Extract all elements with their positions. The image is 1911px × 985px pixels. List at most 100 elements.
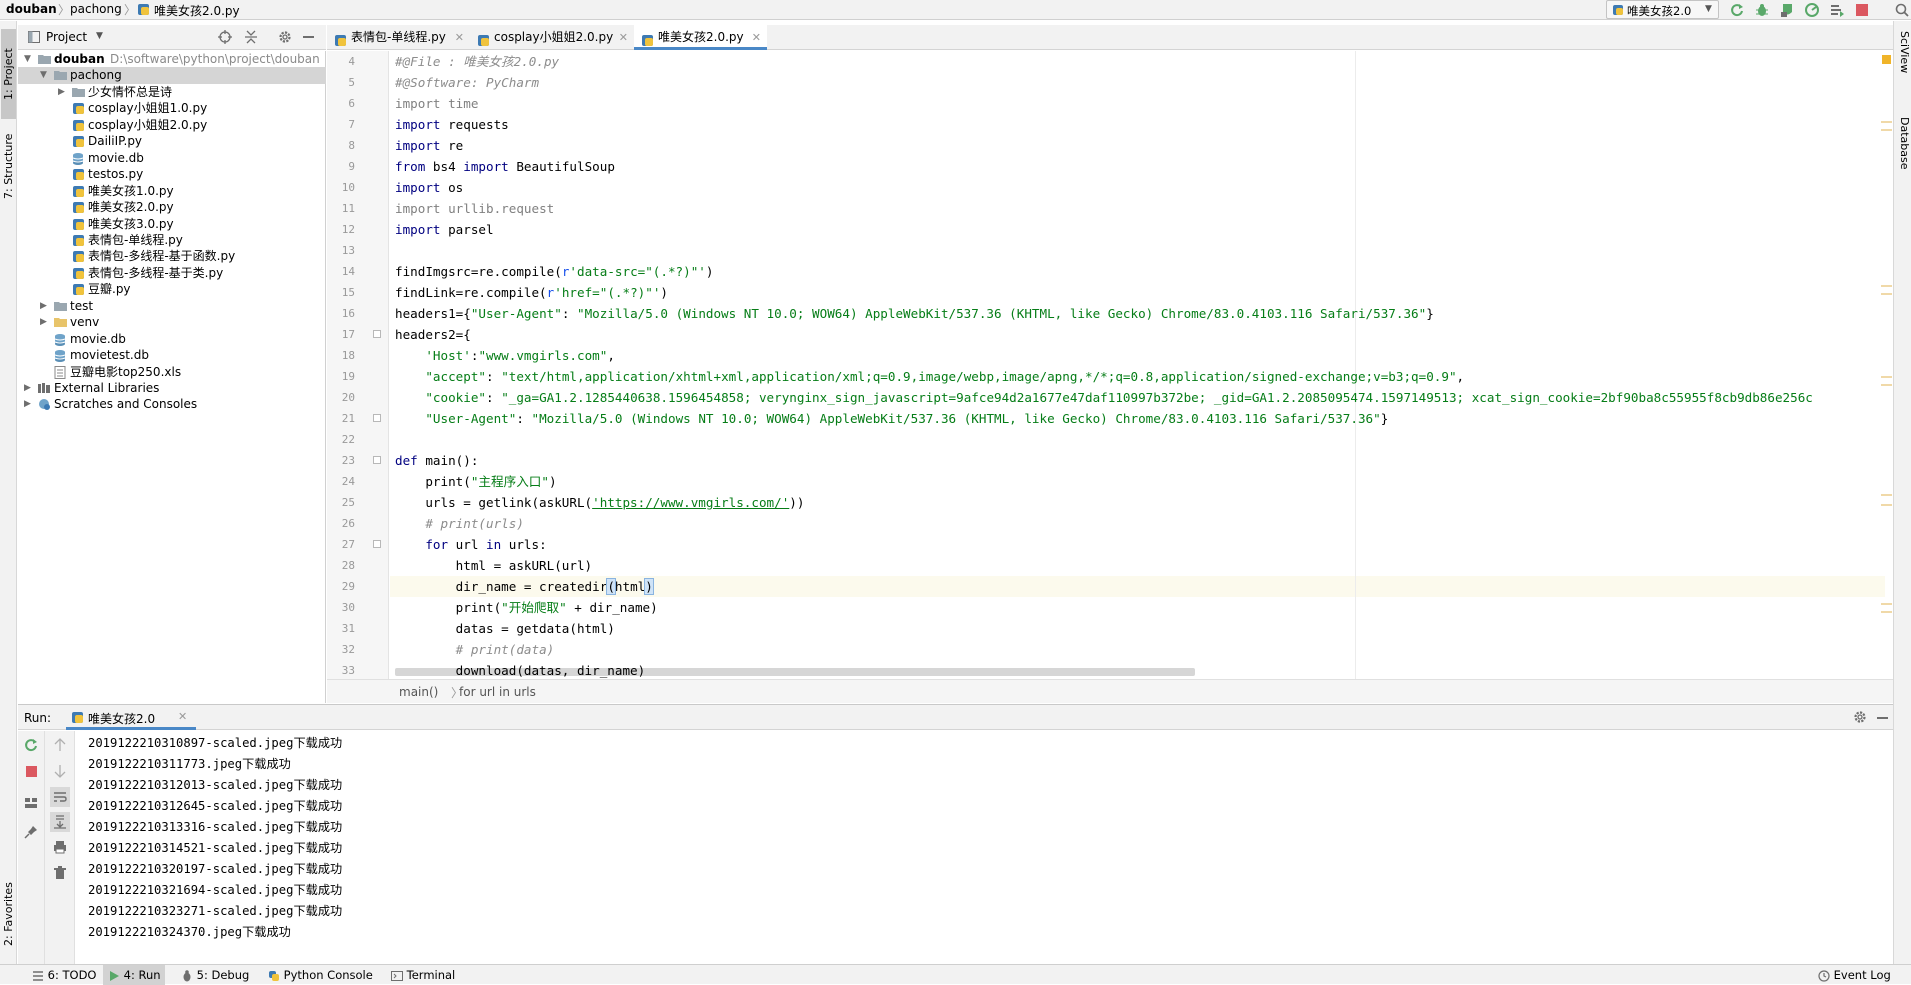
run-with-coverage-button[interactable] [1778,1,1796,19]
expanded-arrow-icon[interactable]: ▼ [24,51,31,68]
code-line[interactable]: import requests [395,114,509,135]
todo-tool-tab[interactable]: 6: TODO [28,965,97,985]
code-line[interactable]: import os [395,177,463,198]
code-line[interactable]: # print(urls) [395,513,524,534]
collapsed-arrow-icon[interactable]: ▶ [40,298,47,315]
stripe-mark[interactable] [1881,603,1892,605]
code-line[interactable]: 'Host':"www.vmgirls.com", [395,345,615,366]
terminal-tool-tab[interactable]: Terminal [388,965,458,985]
tree-item[interactable]: ▶ 少女情怀总是诗 [18,84,326,101]
print-button[interactable] [51,838,69,856]
tree-item[interactable]: 表情包-多线程-基于函数.py [18,248,326,265]
tree-item[interactable]: 豆瓣电影top250.xls [18,364,326,381]
code-line[interactable]: #@Software: PyCharm [395,72,539,93]
breadcrumb-folder[interactable]: pachong [70,2,122,16]
stripe-mark[interactable] [1881,376,1892,378]
sciview-tool-tab[interactable]: SciView [1896,31,1911,73]
stripe-mark[interactable] [1881,384,1892,386]
tree-item[interactable]: DailiIP.py [18,133,326,150]
debug-button[interactable] [1753,1,1771,19]
scroll-to-end-button[interactable] [50,812,70,832]
code-line[interactable]: for url in urls: [395,534,546,555]
run-tool-tab[interactable]: 4: Run [103,965,165,985]
code-line[interactable]: import urllib.request [395,198,554,219]
project-view-title[interactable]: Project [46,30,87,44]
run-tab[interactable]: 唯美女孩2.0 ✕ [66,705,196,730]
concurrency-diagram-button[interactable] [1828,1,1846,19]
code-line[interactable]: "accept": "text/html,application/xhtml+x… [395,366,1464,387]
close-icon[interactable]: ✕ [455,25,464,50]
fold-marker-icon[interactable] [373,330,381,338]
event-log-tool-tab[interactable]: Event Log [1815,965,1897,985]
code-line[interactable]: urls = getlink(askURL('https://www.vmgir… [395,492,804,513]
editor-tab-唯美女孩2.0[interactable]: 唯美女孩2.0.py ✕ [634,25,767,50]
favorites-tool-tab[interactable]: 2: Favorites [1,869,16,959]
gear-icon[interactable] [1853,710,1867,727]
scroll-up-button[interactable] [51,736,69,754]
run-configuration-dropdown[interactable]: 唯美女孩2.0 ▼ [1606,0,1719,19]
tree-item[interactable]: ▶ Scratches and Consoles [18,396,326,413]
project-tool-tab[interactable]: 1: Project [1,29,16,119]
clear-all-button[interactable] [51,864,69,882]
stop-button[interactable] [22,762,40,780]
tree-item[interactable]: testos.py [18,166,326,183]
search-everywhere-button[interactable] [1893,1,1911,19]
editor-tab-cosplay小姐姐2.0[interactable]: cosplay小姐姐2.0.py ✕ [470,25,634,50]
python-console-tool-tab[interactable]: Python Console [265,965,373,985]
tree-item[interactable]: 表情包-单线程.py [18,232,326,249]
code-line[interactable]: import parsel [395,219,494,240]
restore-layout-button[interactable] [22,794,40,812]
fold-marker-icon[interactable] [373,540,381,548]
tree-item[interactable]: cosplay小姐姐2.0.py [18,117,326,134]
fold-marker-icon[interactable] [373,414,381,422]
code-line[interactable]: #@File : 唯美女孩2.0.py [395,51,559,72]
code-line[interactable]: from bs4 import BeautifulSoup [395,156,615,177]
gear-icon[interactable] [278,30,292,47]
tree-item[interactable]: movietest.db [18,347,326,364]
rerun-button[interactable] [22,736,40,754]
code-line[interactable]: print("主程序入口") [395,471,556,492]
chevron-down-icon[interactable]: ▼ [96,31,103,41]
run-console-output[interactable]: 2019122210310897-scaled.jpeg下载成功 20191222… [76,731,1893,964]
warning-indicator-icon[interactable] [1882,55,1891,64]
collapsed-arrow-icon[interactable]: ▶ [58,84,65,101]
stripe-mark[interactable] [1881,285,1892,287]
debug-tool-tab[interactable]: 5: Debug [178,965,249,985]
code-line[interactable]: headers1={"User-Agent": "Mozilla/5.0 (Wi… [395,303,1434,324]
stripe-mark[interactable] [1881,611,1892,613]
code-line[interactable]: findLink=re.compile(r'href="(.*?)"') [395,282,668,303]
code-line[interactable]: import time [395,93,478,114]
tree-item[interactable]: 表情包-多线程-基于类.py [18,265,326,282]
tree-item[interactable]: 豆瓣.py [18,281,326,298]
expanded-arrow-icon[interactable]: ▼ [40,67,47,84]
tree-item[interactable]: 唯美女孩2.0.py [18,199,326,216]
code-line[interactable]: def main(): [395,450,478,471]
collapsed-arrow-icon[interactable]: ▶ [40,314,47,331]
tree-item[interactable]: ▶ External Libraries [18,380,326,397]
breadcrumb-project[interactable]: douban [6,2,57,16]
code-line[interactable]: print("开始爬取" + dir_name) [395,597,658,618]
collapse-all-icon[interactable] [244,30,258,47]
stop-button[interactable] [1853,1,1871,19]
code-line[interactable]: # print(data) [395,639,555,660]
stripe-mark[interactable] [1881,494,1892,496]
tree-item[interactable]: movie.db [18,150,326,167]
tree-item[interactable]: cosplay小姐姐1.0.py [18,100,326,117]
soft-wrap-button[interactable] [50,787,70,807]
tree-item[interactable]: ▶ test [18,298,326,315]
database-tool-tab[interactable]: Database [1896,117,1911,170]
tree-item[interactable]: 唯美女孩3.0.py [18,216,326,233]
scroll-down-button[interactable] [51,762,69,780]
code-line[interactable]: dir_name = createdir(html) [395,576,654,597]
structure-tool-tab[interactable]: 7: Structure [1,121,16,211]
code-line[interactable]: "cookie": "_ga=GA1.2.1285440638.15964548… [395,387,1813,408]
minimize-icon[interactable] [1877,717,1888,719]
profile-button[interactable] [1803,1,1821,19]
stripe-mark[interactable] [1881,504,1892,506]
editor-gutter[interactable]: 4 5 6 7 8 9 10 11 12 13 14 15 16 17 18 19 20 21 22 23 24 25 26… [327,51,389,679]
code-line[interactable]: download(datas, dir_name) [395,660,646,679]
code-line[interactable]: findImgsrc=re.compile(r'data-src="(.*?)"… [395,261,713,282]
tree-item[interactable]: ▼ douban D:\software\python\project\douban [18,51,326,68]
code-line[interactable]: "User-Agent": "Mozilla/5.0 (Windows NT 1… [395,408,1388,429]
close-icon[interactable]: ✕ [178,710,187,723]
